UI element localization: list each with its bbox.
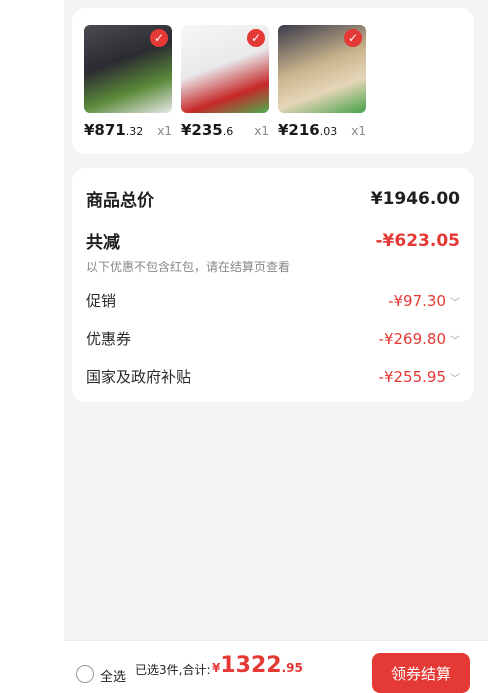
selected-products-card: ✓ ¥871.32 x1 ✓ ¥235.6 x1 ✓ ¥216.03 x1 — [72, 8, 474, 154]
checkout-button[interactable]: 领券结算 — [372, 653, 470, 693]
promo-label: 促销 — [86, 292, 117, 310]
product-thumbnails: ✓ ¥871.32 x1 ✓ ¥235.6 x1 ✓ ¥216.03 x1 — [84, 25, 366, 139]
coupon-row[interactable]: 优惠券 -¥269.80 ﹀ — [86, 328, 460, 349]
water-heater-product-image[interactable]: ✓ — [278, 25, 366, 113]
product-price: ¥871.32 — [84, 121, 144, 139]
coupon-label: 优惠券 — [86, 330, 132, 348]
price-summary-card: 商品总价 ¥1946.00 共减 -¥623.05 以下优惠不包含红包，请在结算… — [72, 168, 474, 402]
grand-total: ¥1322.95 — [212, 653, 303, 678]
subsidy-label: 国家及政府补贴 — [86, 368, 192, 386]
discount-total-value: -¥623.05 — [375, 230, 461, 251]
chevron-down-icon[interactable]: ﹀ — [450, 298, 460, 309]
chevron-down-icon[interactable]: ﹀ — [450, 336, 460, 347]
subsidy-row[interactable]: 国家及政府补贴 -¥255.95 ﹀ — [86, 366, 460, 387]
discount-note: 以下优惠不包含红包，请在结算页查看 — [86, 260, 291, 274]
check-icon: ✓ — [247, 29, 265, 47]
vacuum-product-image[interactable]: ✓ — [181, 25, 269, 113]
goods-total-value: ¥1946.00 — [370, 188, 460, 209]
product-qty: x1 — [254, 124, 269, 138]
discount-total-label: 共减 — [86, 233, 120, 253]
product-item[interactable]: ✓ ¥235.6 x1 — [181, 25, 269, 139]
goods-total-row: 商品总价 ¥1946.00 — [86, 186, 460, 212]
product-item[interactable]: ✓ ¥216.03 x1 — [278, 25, 366, 139]
discount-total-row: 共减 -¥623.05 — [86, 228, 461, 254]
selected-count-text: 已选3件,合计: — [135, 663, 211, 677]
select-all-label[interactable]: 全选 — [100, 666, 126, 685]
coupon-value: -¥269.80 — [378, 330, 446, 348]
gas-stove-product-image[interactable]: ✓ — [84, 25, 172, 113]
promo-row[interactable]: 促销 -¥97.30 ﹀ — [86, 290, 460, 311]
product-price: ¥235.6 — [181, 121, 234, 139]
goods-total-label: 商品总价 — [86, 191, 154, 211]
promo-value: -¥97.30 — [388, 292, 446, 310]
check-icon: ✓ — [344, 29, 362, 47]
check-icon: ✓ — [150, 29, 168, 47]
product-price: ¥216.03 — [278, 121, 338, 139]
product-qty: x1 — [157, 124, 172, 138]
chevron-down-icon[interactable]: ﹀ — [450, 374, 460, 385]
product-item[interactable]: ✓ ¥871.32 x1 — [84, 25, 172, 139]
checkout-bar: 全选 已选3件,合计: ¥1322.95 领券结算 — [64, 640, 488, 693]
subsidy-value: -¥255.95 — [378, 368, 446, 386]
product-qty: x1 — [351, 124, 366, 138]
select-all-radio[interactable] — [76, 665, 94, 683]
